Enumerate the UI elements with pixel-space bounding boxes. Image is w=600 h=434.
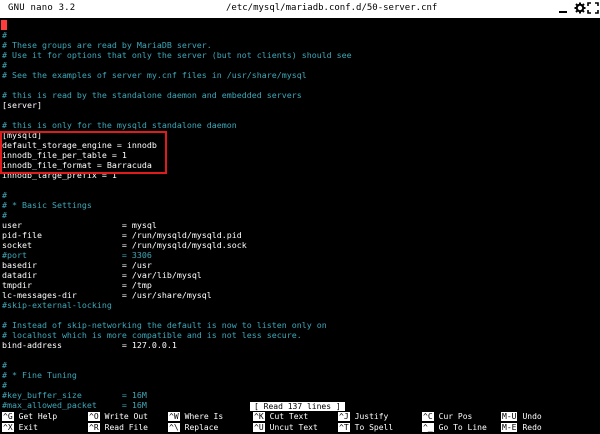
fullscreen-icon[interactable]	[587, 2, 599, 14]
editor-line[interactable]: # Use it for options that only the serve…	[2, 50, 352, 60]
editor-line[interactable]: # Instead of skip-networking the default…	[2, 320, 327, 330]
editor-line[interactable]: # this is read by the standalone daemon …	[2, 90, 302, 100]
shortcut-to-spell[interactable]: ^T To Spell	[338, 423, 393, 433]
minimize-icon[interactable]	[557, 2, 569, 14]
editor-line[interactable]: #	[2, 380, 7, 390]
editor-line[interactable]: [server]	[2, 100, 42, 110]
shortcut-redo[interactable]: M-E Redo	[501, 423, 542, 433]
editor-line[interactable]: #	[2, 210, 7, 220]
shortcut-key: ^C	[422, 412, 434, 421]
shortcut-key: ^U	[253, 423, 265, 432]
shortcut-bar: ^G Get Help ^O Write Out ^W Where Is ^K Cut Tex…	[0, 411, 600, 434]
shortcut-key: ^_	[422, 423, 434, 432]
editor-line[interactable]: #max_allowed_packet = 16M	[2, 400, 147, 410]
shortcut-get-help[interactable]: ^G Get Help	[2, 412, 57, 422]
shortcut-justify[interactable]: ^J Justify	[338, 412, 388, 422]
editor-line[interactable]: #	[2, 30, 7, 40]
shortcut-label: Redo	[522, 423, 542, 432]
shortcut-read-file[interactable]: ^R Read File	[88, 423, 148, 433]
shortcut-key: ^T	[338, 423, 350, 432]
shortcut-label: Get Help	[18, 412, 58, 421]
shortcut-label: Read File	[104, 423, 148, 432]
status-message: [ Read 137 lines ]	[250, 402, 345, 411]
shortcut-cut-text[interactable]: ^K Cut Text	[253, 412, 308, 422]
editor-line[interactable]: datadir = /var/lib/mysql	[2, 270, 202, 280]
shortcut-key: ^J	[338, 412, 350, 421]
shortcut-uncut-text[interactable]: ^U Uncut Text	[253, 423, 318, 433]
editor-line[interactable]: bind-address = 127.0.0.1	[2, 340, 177, 350]
shortcut-label: Undo	[522, 412, 542, 421]
editor-line[interactable]: #	[2, 190, 7, 200]
nano-version: GNU nano 3.2	[8, 3, 76, 13]
editor-line[interactable]: #skip-external-locking	[2, 300, 112, 310]
gear-icon[interactable]	[574, 2, 586, 14]
shortcut-key: ^X	[2, 423, 14, 432]
editor-line[interactable]: # See the examples of server my.cnf file…	[2, 70, 307, 80]
shortcut-go-to-line[interactable]: ^_ Go To Line	[422, 423, 487, 433]
editor-line[interactable]: socket = /run/mysqld/mysqld.sock	[2, 240, 247, 250]
editor-line[interactable]: #	[2, 60, 7, 70]
shortcut-label: Justify	[354, 412, 389, 421]
editor-line[interactable]: basedir = /usr	[2, 260, 152, 270]
shortcut-label: Replace	[184, 423, 219, 432]
shortcut-label: Cut Text	[269, 412, 309, 421]
editor-line[interactable]: #	[2, 360, 7, 370]
shortcut-label: To Spell	[354, 423, 394, 432]
shortcut-undo[interactable]: M-U Undo	[501, 412, 542, 422]
editor-line[interactable]: lc-messages-dir = /usr/share/mysql	[2, 290, 212, 300]
shortcut-key: ^O	[88, 412, 100, 421]
shortcut-key: M-E	[501, 423, 518, 432]
editor-line[interactable]: pid-file = /run/mysqld/mysqld.pid	[2, 230, 242, 240]
shortcut-key: ^K	[253, 412, 265, 421]
file-path: /etc/mysql/mariadb.conf.d/50-server.cnf	[226, 3, 438, 13]
shortcut-key: ^R	[88, 423, 100, 432]
nano-titlebar: GNU nano 3.2 /etc/mysql/mariadb.conf.d/5…	[0, 0, 600, 18]
shortcut-label: Go To Line	[438, 423, 487, 432]
editor-line[interactable]: # * Basic Settings	[2, 200, 92, 210]
shortcut-label: Cur Pos	[438, 412, 473, 421]
shortcut-cur-pos[interactable]: ^C Cur Pos	[422, 412, 472, 422]
editor-line[interactable]: user = mysql	[2, 220, 157, 230]
editor-line[interactable]: # localhost which is more compatible and…	[2, 330, 302, 340]
terminal-window: GNU nano 3.2 /etc/mysql/mariadb.conf.d/5…	[0, 0, 600, 434]
shortcut-label: Uncut Text	[269, 423, 318, 432]
editor-line[interactable]: tmpdir = /tmp	[2, 280, 152, 290]
highlight-annotation-box	[0, 131, 167, 174]
editor-line[interactable]: # These groups are read by MariaDB serve…	[2, 40, 212, 50]
shortcut-label: Where Is	[184, 412, 224, 421]
shortcut-key: ^W	[168, 412, 180, 421]
shortcut-where-is[interactable]: ^W Where Is	[168, 412, 223, 422]
editor-line[interactable]: # this is only for the mysqld standalone…	[2, 120, 237, 130]
shortcut-write-out[interactable]: ^O Write Out	[88, 412, 148, 422]
text-cursor	[1, 20, 7, 30]
editor-line[interactable]: # * Fine Tuning	[2, 370, 77, 380]
editor-line[interactable]: #key_buffer_size = 16M	[2, 390, 147, 400]
shortcut-label: Write Out	[104, 412, 148, 421]
shortcut-label: Exit	[18, 423, 38, 432]
shortcut-exit[interactable]: ^X Exit	[2, 423, 38, 433]
shortcut-replace[interactable]: ^\ Replace	[168, 423, 218, 433]
shortcut-key: ^G	[2, 412, 14, 421]
editor-line[interactable]: #port = 3306	[2, 250, 152, 260]
shortcut-key: M-U	[501, 412, 518, 421]
shortcut-key: ^\	[168, 423, 180, 432]
